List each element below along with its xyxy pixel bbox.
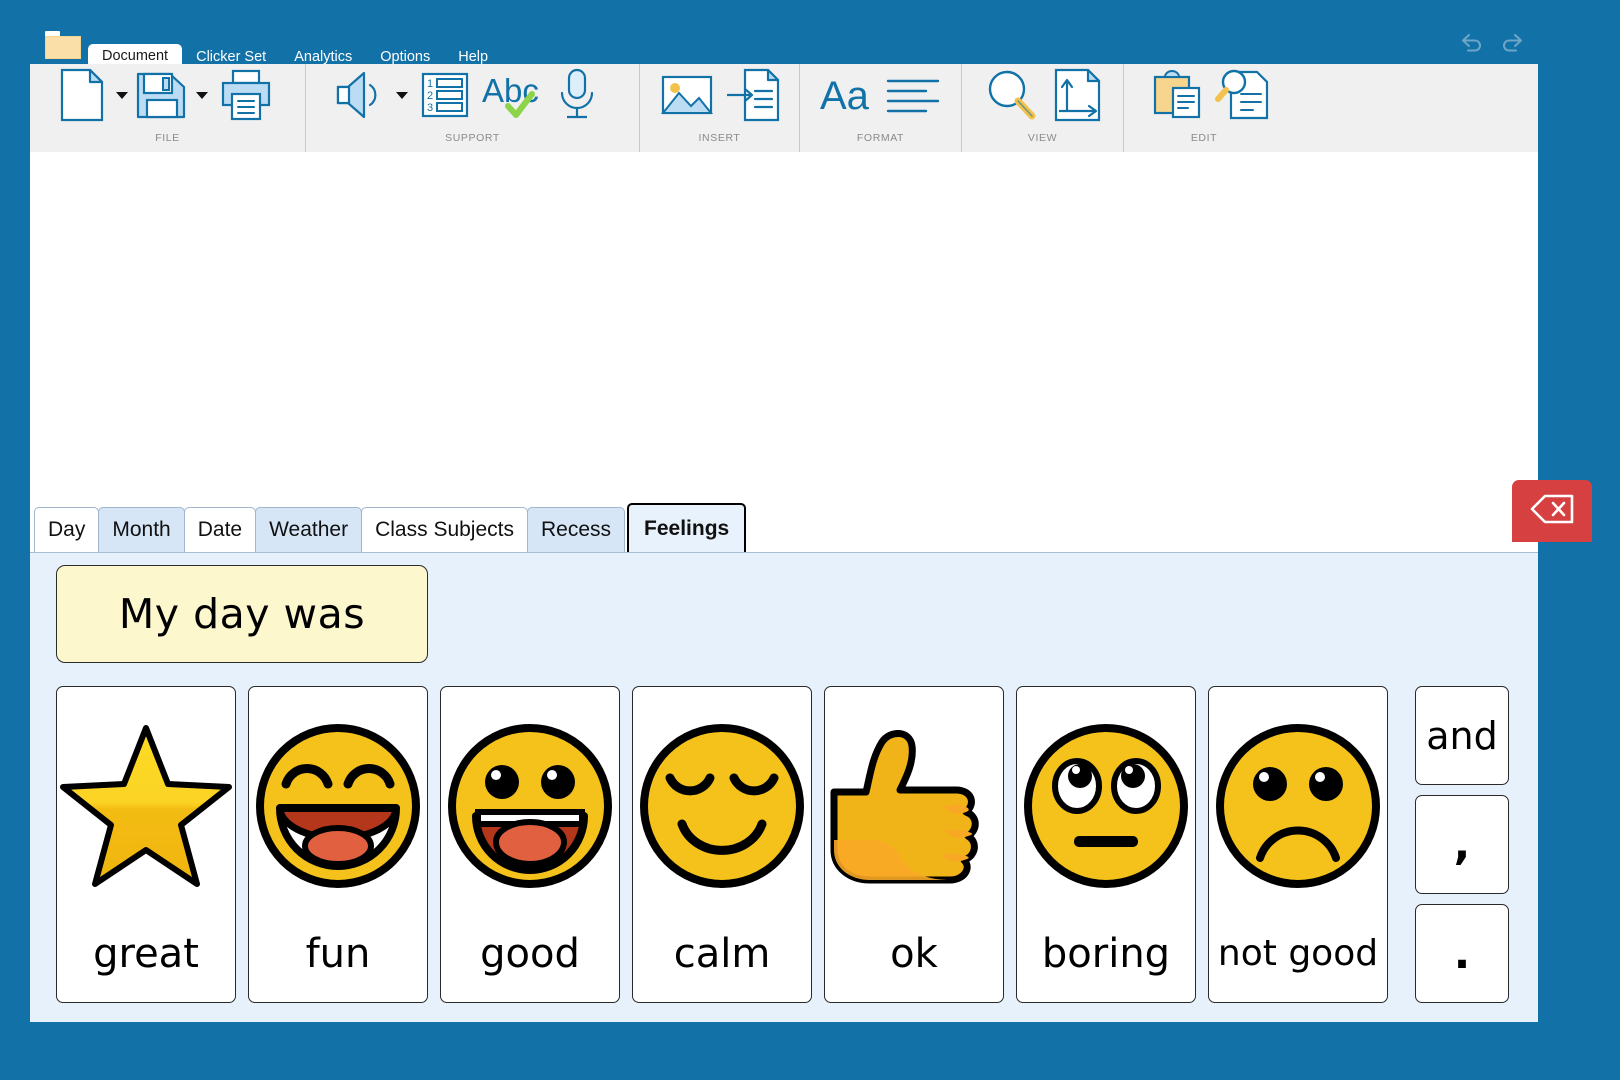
word-card-label: great — [93, 930, 199, 977]
ribbon-group-label-file: FILE — [155, 132, 180, 144]
ribbon-group-insert: INSERT — [640, 64, 800, 152]
folder-body-shape — [45, 36, 81, 59]
document-editing-area[interactable] — [30, 152, 1538, 497]
microphone-icon[interactable] — [544, 66, 610, 124]
grid-tab-class-subjects[interactable]: Class Subjects — [361, 507, 528, 552]
ribbon-group-label-insert: INSERT — [698, 132, 741, 144]
gold-star-icon — [57, 687, 235, 919]
clicker-grid-panel: My day was great fun good calm ok boring… — [30, 552, 1538, 1022]
svg-text:2: 2 — [427, 90, 433, 102]
word-card-comma[interactable]: , — [1415, 795, 1509, 894]
grid-tab-weather[interactable]: Weather — [255, 507, 363, 552]
ribbon-toolbar: FILE 1 2 3 Abc SUPPORT INSERT Aa FORMAT … — [30, 64, 1538, 152]
sentence-starter-cell[interactable]: My day was — [56, 565, 428, 663]
svg-text:3: 3 — [427, 102, 433, 114]
ribbon-group-file: FILE — [30, 64, 306, 152]
ribbon-group-view: VIEW — [962, 64, 1124, 152]
svg-text:Abc: Abc — [482, 72, 539, 109]
redo-arrow-icon[interactable] — [1499, 32, 1525, 54]
clipboard-paste-icon[interactable] — [1144, 66, 1210, 124]
sentence-starter-text: My day was — [118, 590, 366, 638]
word-card-label: good — [480, 930, 580, 977]
folder-icon[interactable] — [45, 31, 81, 59]
grinning-face-icon — [441, 687, 619, 919]
eye-roll-face-icon — [1017, 687, 1195, 919]
print-icon[interactable] — [212, 66, 278, 124]
ribbon-group-label-format: FORMAT — [856, 132, 905, 144]
word-card-calm[interactable]: calm — [632, 686, 812, 1003]
ribbon-group-support: 1 2 3 Abc SUPPORT — [306, 64, 640, 152]
font-aa-icon[interactable]: Aa — [814, 66, 880, 124]
word-card-row: great fun good calm ok boring not good — [56, 686, 1388, 1003]
save-floppy-icon[interactable] — [132, 66, 192, 124]
punctuation-word-column: and , . — [1415, 686, 1509, 1003]
word-card-label: not good — [1217, 932, 1379, 974]
sad-face-icon — [1209, 687, 1387, 919]
ribbon-group-label-edit: EDIT — [1190, 132, 1218, 144]
speaker-sound-icon[interactable] — [326, 66, 392, 124]
backspace-delete-icon — [1529, 493, 1575, 530]
new-document-dropdown-caret[interactable] — [112, 66, 132, 124]
grid-tab-month[interactable]: Month — [98, 507, 185, 552]
numbered-list-icon[interactable]: 1 2 3 — [412, 66, 478, 124]
thumbs-up-icon — [825, 687, 1003, 919]
insert-picture-icon[interactable] — [654, 66, 720, 124]
laughing-face-icon — [249, 687, 427, 919]
word-card-label: ok — [890, 930, 938, 977]
save-dropdown-caret[interactable] — [192, 66, 212, 124]
grid-tab-recess[interactable]: Recess — [526, 507, 626, 552]
title-menu-bar: Document Clicker Set Analytics Options H… — [0, 0, 1620, 70]
word-card-good[interactable]: good — [440, 686, 620, 1003]
zoom-magnifier-icon[interactable] — [978, 66, 1044, 124]
new-document-icon[interactable] — [52, 66, 112, 124]
relieved-face-icon — [633, 687, 811, 919]
grid-tab-day[interactable]: Day — [34, 507, 100, 552]
word-card-label: fun — [305, 930, 371, 977]
svg-text:Aa: Aa — [820, 74, 870, 118]
application-window: Document Clicker Set Analytics Options H… — [0, 0, 1620, 1080]
word-card-label: boring — [1041, 930, 1171, 977]
svg-text:1: 1 — [427, 78, 433, 90]
word-card-period[interactable]: . — [1415, 904, 1509, 1003]
word-card-not-good[interactable]: not good — [1208, 686, 1388, 1003]
find-replace-icon[interactable] — [1210, 66, 1276, 124]
word-card-boring[interactable]: boring — [1016, 686, 1196, 1003]
word-card-ok[interactable]: ok — [824, 686, 1004, 1003]
word-card-and[interactable]: and — [1415, 686, 1509, 785]
ribbon-group-edit: EDIT — [1124, 64, 1538, 152]
ribbon-group-format: Aa FORMAT — [800, 64, 962, 152]
ribbon-group-label-support: SUPPORT — [445, 132, 500, 144]
backspace-delete-button[interactable] — [1512, 480, 1592, 542]
spellcheck-abc-icon[interactable]: Abc — [478, 66, 544, 124]
grid-tab-feelings[interactable]: Feelings — [627, 503, 747, 552]
word-card-fun[interactable]: fun — [248, 686, 428, 1003]
undo-arrow-icon[interactable] — [1459, 32, 1485, 54]
page-orientation-icon[interactable] — [1044, 66, 1110, 124]
grid-set-tabstrip: Day Month Date Weather Class Subjects Re… — [30, 497, 1538, 552]
undo-redo-controls — [1459, 32, 1525, 54]
insert-page-icon[interactable] — [720, 66, 786, 124]
word-card-label: calm — [673, 930, 771, 977]
ribbon-group-label-view: VIEW — [1027, 132, 1058, 144]
grid-tab-date[interactable]: Date — [183, 507, 257, 552]
speaker-dropdown-caret[interactable] — [392, 66, 412, 124]
word-card-great[interactable]: great — [56, 686, 236, 1003]
paragraph-align-icon[interactable] — [880, 66, 946, 124]
